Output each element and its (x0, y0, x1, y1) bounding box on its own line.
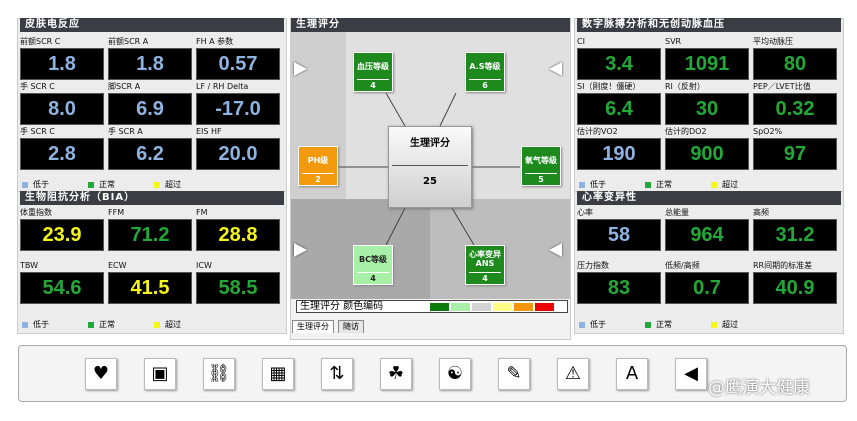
arrow-left-icon[interactable] (549, 243, 562, 257)
node-label: 氧气等级 (525, 155, 557, 165)
score-node[interactable]: A.S等级 6 (465, 52, 505, 92)
color-code-swatch (472, 302, 491, 311)
score-node[interactable]: PH级 2 (298, 146, 338, 186)
node-value: 6 (469, 79, 501, 91)
therapy-photo-icon[interactable]: ▣ (144, 358, 176, 390)
total-score-box[interactable]: 生理评分 25 (388, 126, 472, 208)
back-icon[interactable]: ◀ (675, 358, 707, 390)
node-value: 4 (357, 272, 389, 284)
node-value: 2 (302, 173, 334, 185)
color-code-swatch (451, 302, 470, 311)
color-code-swatch (493, 302, 512, 311)
tab-score[interactable]: 生理评分 (292, 320, 334, 333)
meditation-icon[interactable]: ☘ (380, 358, 412, 390)
chain-link-icon[interactable]: ⛓ (203, 358, 235, 390)
score-node[interactable]: 心率变异 ANS 4 (465, 245, 505, 285)
color-code-swatch (535, 302, 554, 311)
node-value: 4 (469, 272, 501, 284)
total-score-value: 25 (392, 165, 468, 198)
node-label: PH级 (307, 155, 329, 165)
score-node[interactable]: BC等级 4 (353, 245, 393, 285)
color-code-label: 生理评分 颜色编码 (300, 301, 384, 312)
arrow-right-icon[interactable] (294, 243, 307, 257)
arrow-left-icon[interactable] (549, 62, 562, 76)
color-code-swatch (514, 302, 533, 311)
node-value: 5 (525, 173, 557, 185)
node-label: 血压等级 (357, 61, 389, 71)
connector-line (439, 92, 457, 127)
arrow-right-icon[interactable] (294, 62, 307, 76)
heart-icon[interactable]: ♥ (85, 358, 117, 390)
pdf-icon[interactable]: A (616, 358, 648, 390)
yin-yang-icon[interactable]: ☯ (439, 358, 471, 390)
total-score-label: 生理评分 (410, 138, 450, 149)
score-node[interactable]: 血压等级 4 (353, 52, 393, 92)
connector-line (385, 207, 406, 246)
brain-image-icon[interactable]: ▦ (262, 358, 294, 390)
tab-followup[interactable]: 随访 (338, 320, 364, 333)
node-label: A.S等级 (469, 61, 501, 71)
node-label: 心率变异 (469, 250, 501, 259)
up-down-arrows-icon[interactable]: ⇅ (321, 358, 353, 390)
connector-line (451, 207, 475, 246)
connector-line (385, 92, 406, 127)
watermark: @鹰演大健康 (708, 378, 810, 398)
node-value: 4 (357, 79, 389, 91)
app-window: 皮肤电反应 前额SCR C 1.8 前额SCR A 1.8 FH A 参数 0.57 手 SC… (0, 0, 857, 421)
score-node[interactable]: 氧气等级 5 (521, 146, 561, 186)
color-code-bar: 生理评分 颜色编码 (296, 300, 568, 313)
color-code-swatch (430, 302, 449, 311)
node-label: BC等级 (359, 254, 387, 264)
warning-icon[interactable]: ⚠ (557, 358, 589, 390)
node-sublabel: ANS (475, 259, 495, 268)
tooth-pen-icon[interactable]: ✎ (498, 358, 530, 390)
